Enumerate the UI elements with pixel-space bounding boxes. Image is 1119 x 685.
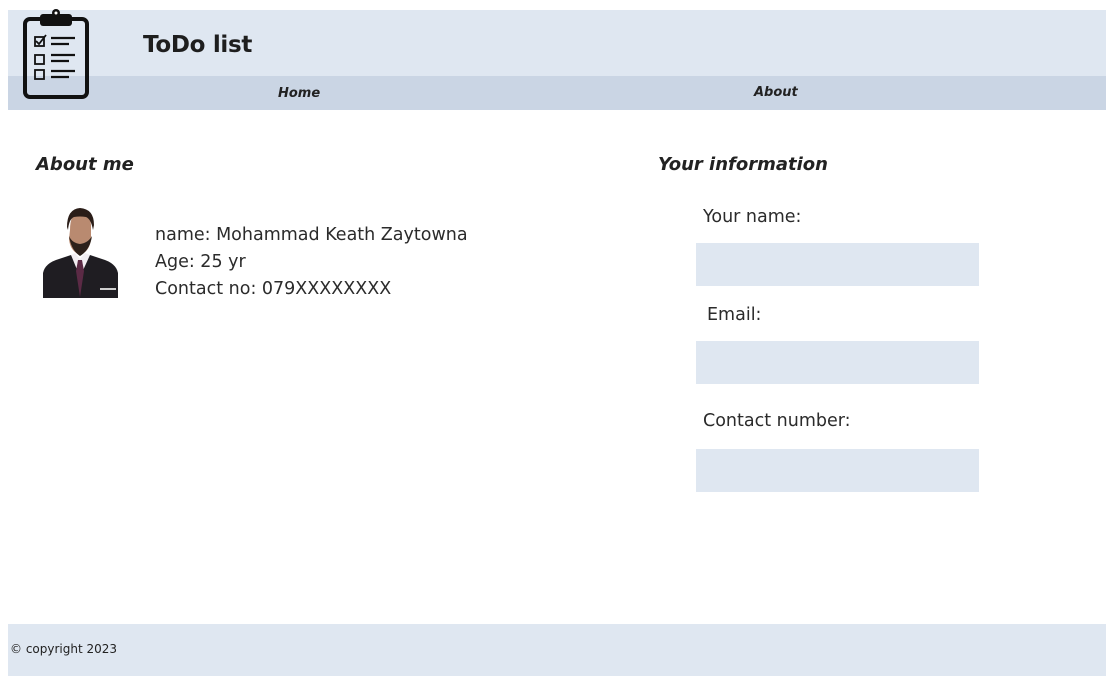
clipboard-checklist-icon [23,9,89,99]
nav-bar: Home About [8,76,1106,110]
contact-number-field[interactable] [696,449,979,492]
profile-photo [43,205,118,298]
contact-number-field-label: Contact number: [703,411,851,431]
profile-age: Age: 25 yr [155,252,246,272]
your-information-heading: Your information [658,154,828,175]
profile-contact: Contact no: 079XXXXXXXX [155,279,392,299]
name-field[interactable] [696,243,979,286]
nav-link-home[interactable]: Home [278,86,320,101]
profile-name: name: Mohammad Keath Zaytowna [155,225,468,245]
nav-link-about[interactable]: About [754,85,798,100]
copyright-text: © copyright 2023 [10,642,118,656]
app-title: ToDo list [143,32,253,58]
header-bar: ToDo list [8,10,1106,76]
name-field-label: Your name: [703,207,802,227]
about-me-heading: About me [36,154,134,175]
page: ToDo list Home About About me name: Moha… [0,0,1119,685]
email-field-label: Email: [707,305,762,325]
email-field[interactable] [696,341,979,384]
footer-bar: © copyright 2023 [8,624,1106,676]
